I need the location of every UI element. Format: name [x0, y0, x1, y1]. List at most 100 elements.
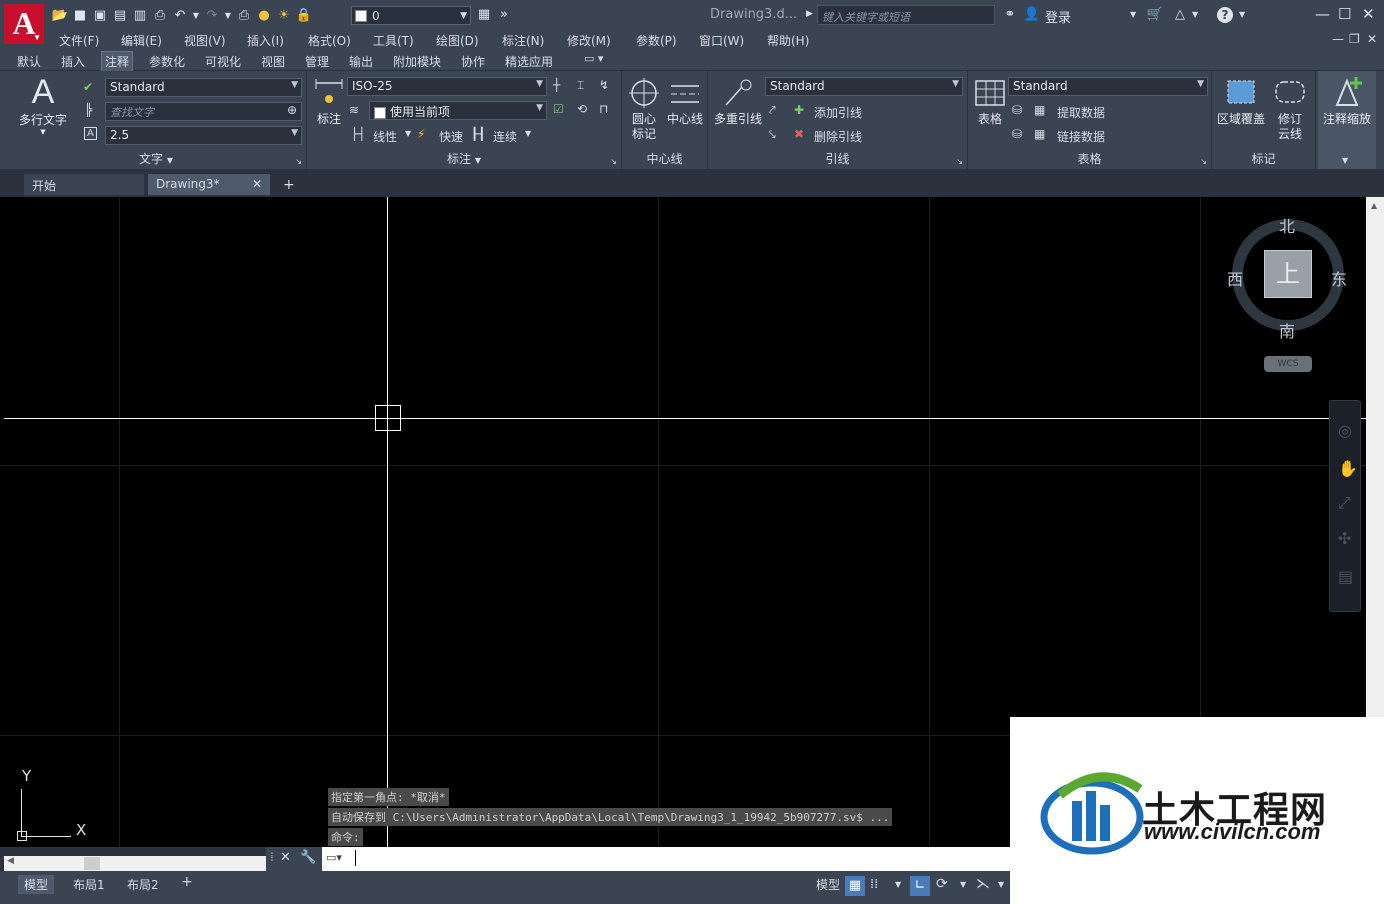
update-icon[interactable]: ⟲ [577, 102, 587, 116]
compass-west[interactable]: 西 [1227, 266, 1243, 290]
text-panel-label[interactable]: 文字 ▼ [6, 150, 306, 167]
minimize-button[interactable]: — [1315, 5, 1330, 23]
undo-icon[interactable]: ↶ [172, 8, 188, 24]
close-tab-icon[interactable]: ✕ [252, 177, 262, 191]
search-icon[interactable]: ⊕ [287, 103, 297, 117]
layout-tab-layout1[interactable]: 布局1 [67, 875, 111, 894]
align-leader-icon[interactable]: ⤤ [769, 103, 776, 118]
dim-jog-icon[interactable]: ↯ [599, 78, 609, 92]
snap-dropdown-icon[interactable]: ▼ [895, 880, 901, 889]
print-icon[interactable]: ⎙ [236, 8, 252, 24]
compass-north[interactable]: 北 [1279, 213, 1295, 237]
undo-dropdown-icon[interactable]: ▼ [192, 8, 200, 24]
dim-style-dropdown[interactable]: ISO-25 ▼ [347, 77, 547, 96]
steering-wheel-icon[interactable]: ◎ [1338, 421, 1352, 440]
reassociate-icon[interactable]: ⊓ [599, 102, 608, 116]
layout-tab-layout2[interactable]: 布局2 [121, 875, 165, 894]
inspect-icon[interactable]: ☑ [553, 102, 564, 116]
revcloud-button[interactable]: 修订 云线 [1268, 77, 1312, 142]
tab-start[interactable]: 开始 [24, 174, 144, 195]
menu-format[interactable]: 格式(O) [308, 32, 351, 49]
polar-icon[interactable]: ⟳ [936, 876, 948, 892]
tab-view[interactable]: 视图 [261, 53, 285, 70]
scroll-left-icon[interactable]: ◀ [7, 856, 14, 866]
menu-modify[interactable]: 修改(M) [567, 32, 611, 49]
layout-tab-model[interactable]: 模型 [18, 875, 55, 894]
menu-window[interactable]: 窗口(W) [699, 32, 744, 49]
add-layout-button[interactable]: + [175, 873, 199, 891]
isodraft-dropdown-icon[interactable]: ▼ [998, 880, 1004, 889]
tab-output[interactable]: 输出 [349, 53, 373, 70]
save-icon[interactable]: ■ [72, 8, 88, 24]
collect-leader-icon[interactable]: ⤥ [769, 127, 776, 142]
tab-drawing3[interactable]: Drawing3* ✕ [148, 174, 270, 195]
panel-launcher-icon[interactable]: ↘ [610, 157, 617, 166]
close-button[interactable]: ✕ [1362, 5, 1375, 23]
remove-leader-button[interactable]: 删除引线 [814, 128, 862, 145]
open-from-web-icon[interactable]: ▤ [112, 8, 128, 24]
center-mark-button[interactable]: 圆心 标记 [624, 77, 664, 142]
close-command-line-icon[interactable]: ✕ [280, 850, 291, 865]
menu-dimension[interactable]: 标注(N) [502, 32, 544, 49]
tab-parametric[interactable]: 参数化 [149, 53, 185, 70]
login-button[interactable]: 登录 [1045, 7, 1071, 26]
annotation-scaling-button[interactable]: 注释缩放 [1320, 75, 1374, 127]
scroll-thumb[interactable] [84, 857, 100, 870]
application-menu-button[interactable]: A ▼ [4, 4, 44, 44]
viewcube-top-face[interactable]: 上 [1264, 250, 1312, 298]
search-input[interactable]: 键入关键字或短语 [817, 5, 995, 25]
isodraft-icon[interactable]: ⋋ [976, 876, 990, 892]
snap-icon[interactable]: ⁞⁞ [870, 877, 878, 892]
cart-icon[interactable]: 🛒 [1147, 7, 1163, 23]
tab-visualize[interactable]: 可视化 [205, 53, 241, 70]
open-folder-icon[interactable]: 📂 [52, 8, 68, 24]
dimension-panel-label[interactable]: 标注 ▼ [307, 150, 621, 167]
ortho-icon[interactable]: ∟ [910, 876, 930, 896]
dim-layer-dropdown[interactable]: 使用当前项 ▼ [369, 101, 547, 120]
help-dropdown-icon[interactable]: ▼ [1239, 10, 1245, 19]
grid-icon[interactable]: ▦ [845, 876, 865, 896]
dim-break-icon[interactable]: ┼ [553, 78, 560, 92]
help-icon[interactable]: ? [1217, 7, 1233, 23]
panel-launcher-icon[interactable]: ↘ [295, 157, 302, 166]
wipeout-button[interactable]: 区域覆盖 [1214, 77, 1268, 127]
doc-minimize-button[interactable]: — [1332, 32, 1344, 46]
a360-dropdown-icon[interactable]: ▼ [1192, 10, 1198, 19]
save-to-web-icon[interactable]: ▥ [132, 8, 148, 24]
text-style-dropdown[interactable]: Standard ▼ [105, 78, 302, 97]
chevron-down-icon[interactable]: ▼ [525, 129, 531, 138]
redo-dropdown-icon[interactable]: ▼ [224, 8, 232, 24]
user-icon[interactable]: 👤 [1024, 7, 1040, 23]
wcs-menu[interactable]: WCS [1264, 356, 1312, 372]
search-expand-icon[interactable]: ▶ [806, 9, 813, 19]
doc-close-button[interactable]: ✕ [1367, 32, 1377, 46]
multiline-text-button[interactable]: A 多行文字 ▼ [10, 73, 76, 136]
a360-icon[interactable]: △ [1172, 7, 1188, 23]
login-dropdown-icon[interactable]: ▼ [1130, 10, 1136, 19]
model-space-button[interactable]: 模型 [810, 875, 846, 894]
table-button[interactable]: 表格 [970, 79, 1010, 127]
layer-properties-icon[interactable]: ▦ [476, 7, 492, 23]
spell-check-icon[interactable]: ✔ [83, 80, 93, 94]
panel-launcher-icon[interactable]: ↘ [1200, 157, 1207, 166]
find-text-icon[interactable]: ╠ [85, 103, 92, 117]
linear-button[interactable]: 线性 [373, 128, 397, 145]
ribbon-toggle-icon[interactable]: ▭ ▾ [584, 52, 603, 65]
grip-icon[interactable]: ⁞ [270, 850, 274, 864]
leader-style-dropdown[interactable]: Standard ▼ [765, 77, 963, 96]
more-tools-icon[interactable]: » [496, 7, 512, 23]
sun-icon[interactable]: ☀ [276, 8, 292, 24]
tab-annotate[interactable]: 注释 [101, 51, 134, 72]
continue-button[interactable]: 连续 [493, 128, 517, 145]
maximize-button[interactable]: ☐ [1338, 5, 1351, 23]
find-text-input[interactable]: 查找文字 [105, 102, 302, 121]
wrench-icon[interactable]: 🔧 [300, 850, 316, 865]
scroll-up-icon[interactable]: ▲ [1371, 201, 1377, 210]
multileader-button[interactable]: 多重引线 [710, 77, 766, 127]
text-height-dropdown[interactable]: 2.5 ▼ [105, 126, 302, 145]
menu-file[interactable]: 文件(F) [59, 32, 99, 49]
menu-draw[interactable]: 绘图(D) [436, 32, 479, 49]
tab-manage[interactable]: 管理 [305, 53, 329, 70]
lock-icon[interactable]: 🔒 [296, 8, 312, 24]
compass-east[interactable]: 东 [1331, 266, 1347, 290]
